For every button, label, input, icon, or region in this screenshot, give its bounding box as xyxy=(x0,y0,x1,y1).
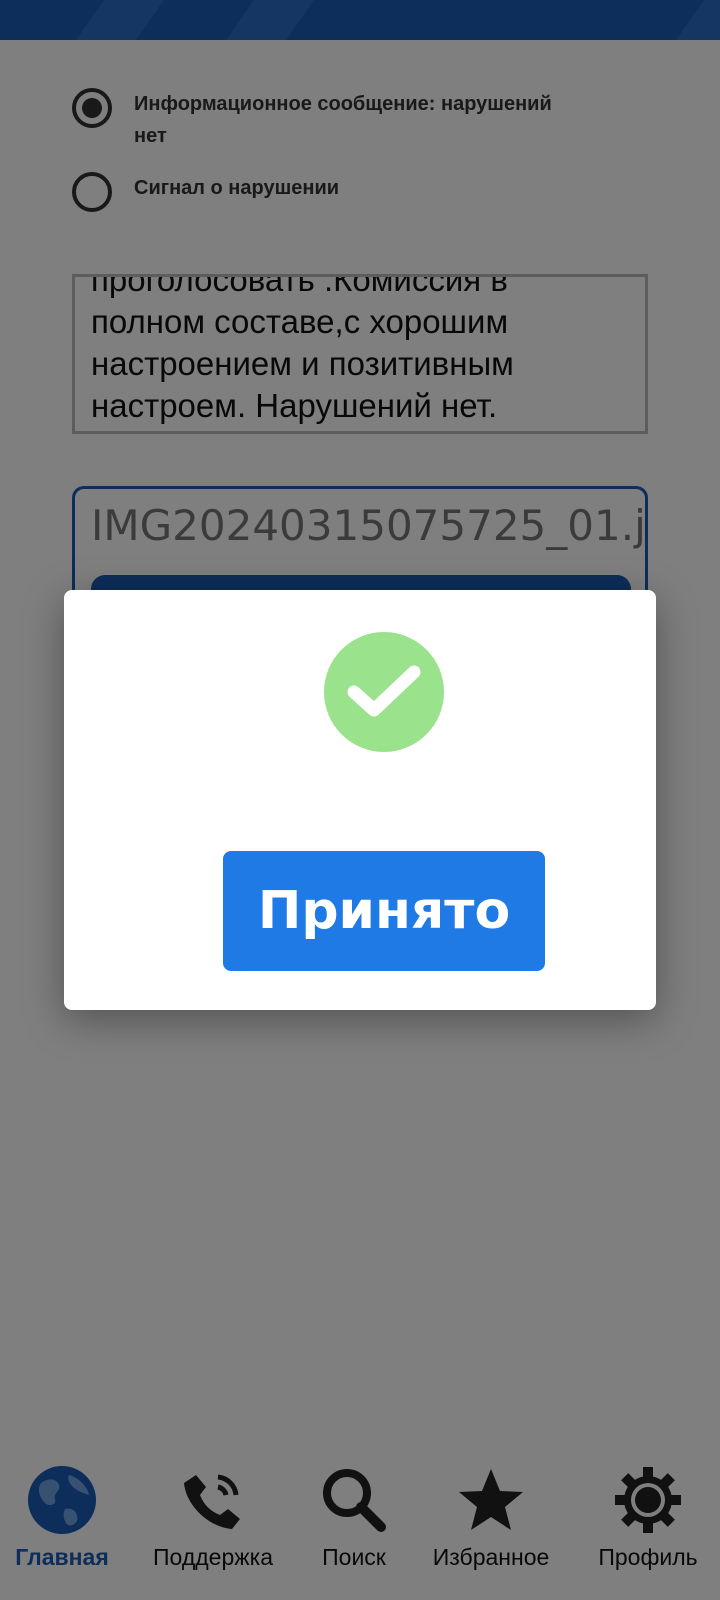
success-dialog: Принято xyxy=(64,590,656,1010)
accept-button[interactable]: Принято xyxy=(223,851,545,971)
check-circle-icon xyxy=(324,632,444,752)
